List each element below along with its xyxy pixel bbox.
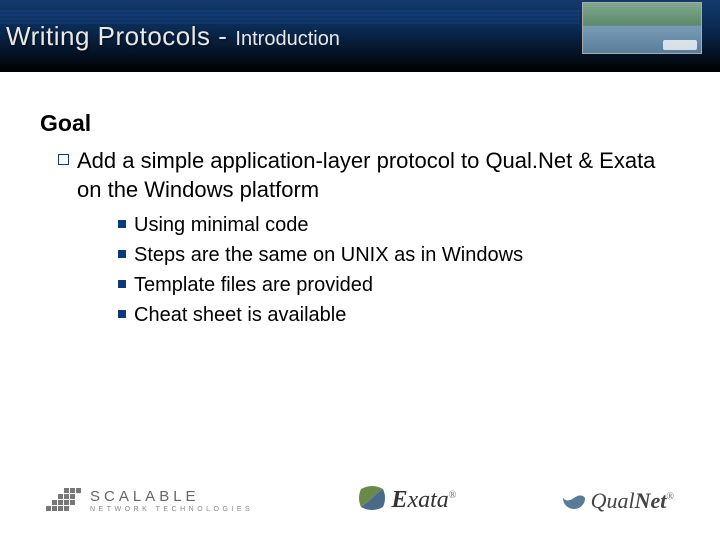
scalable-line1: SCALABLE bbox=[90, 489, 253, 504]
qualnet-text: QualNet® bbox=[591, 488, 674, 514]
slide-title: Writing Protocols - Introduction bbox=[6, 21, 340, 52]
header-thumbnail bbox=[582, 2, 702, 54]
scalable-logo: SCALABLE NETWORK TECHNOLOGIES bbox=[46, 488, 253, 514]
filled-square-icon bbox=[118, 280, 126, 288]
list-item: Using minimal code bbox=[118, 212, 680, 238]
sub-bullet-text: Steps are the same on UNIX as in Windows bbox=[134, 242, 523, 268]
hollow-square-icon bbox=[58, 154, 69, 165]
main-bullet: Add a simple application-layer protocol … bbox=[58, 147, 680, 204]
exata-swirl-icon bbox=[357, 483, 387, 518]
filled-square-icon bbox=[118, 250, 126, 258]
goal-heading: Goal bbox=[40, 110, 680, 137]
sub-bullet-text: Using minimal code bbox=[134, 212, 309, 238]
title-main: Writing Protocols - bbox=[6, 21, 227, 52]
sub-bullet-text: Cheat sheet is available bbox=[134, 302, 346, 328]
main-bullet-text: Add a simple application-layer protocol … bbox=[77, 147, 680, 204]
sub-bullet-list: Using minimal code Steps are the same on… bbox=[118, 212, 680, 328]
slide-content: Goal Add a simple application-layer prot… bbox=[0, 72, 720, 328]
exata-text: EExataxata® bbox=[391, 487, 456, 514]
exata-logo: EExataxata® bbox=[357, 483, 456, 518]
filled-square-icon bbox=[118, 310, 126, 318]
scalable-line2: NETWORK TECHNOLOGIES bbox=[90, 506, 253, 513]
qualnet-swirl-icon bbox=[561, 485, 587, 516]
list-item: Steps are the same on UNIX as in Windows bbox=[118, 242, 680, 268]
sub-bullet-text: Template files are provided bbox=[134, 272, 373, 298]
list-item: Template files are provided bbox=[118, 272, 680, 298]
list-item: Cheat sheet is available bbox=[118, 302, 680, 328]
filled-square-icon bbox=[118, 220, 126, 228]
scalable-text: SCALABLE NETWORK TECHNOLOGIES bbox=[90, 489, 253, 513]
footer-logos: SCALABLE NETWORK TECHNOLOGIES EExataxata… bbox=[46, 483, 674, 518]
scalable-icon bbox=[46, 488, 82, 514]
qualnet-logo: QualNet® bbox=[561, 485, 674, 516]
title-sub: Introduction bbox=[235, 28, 340, 51]
slide-header: Writing Protocols - Introduction bbox=[0, 0, 720, 72]
qualnet-q: Qual bbox=[591, 488, 635, 513]
qualnet-n: Net bbox=[635, 488, 667, 513]
